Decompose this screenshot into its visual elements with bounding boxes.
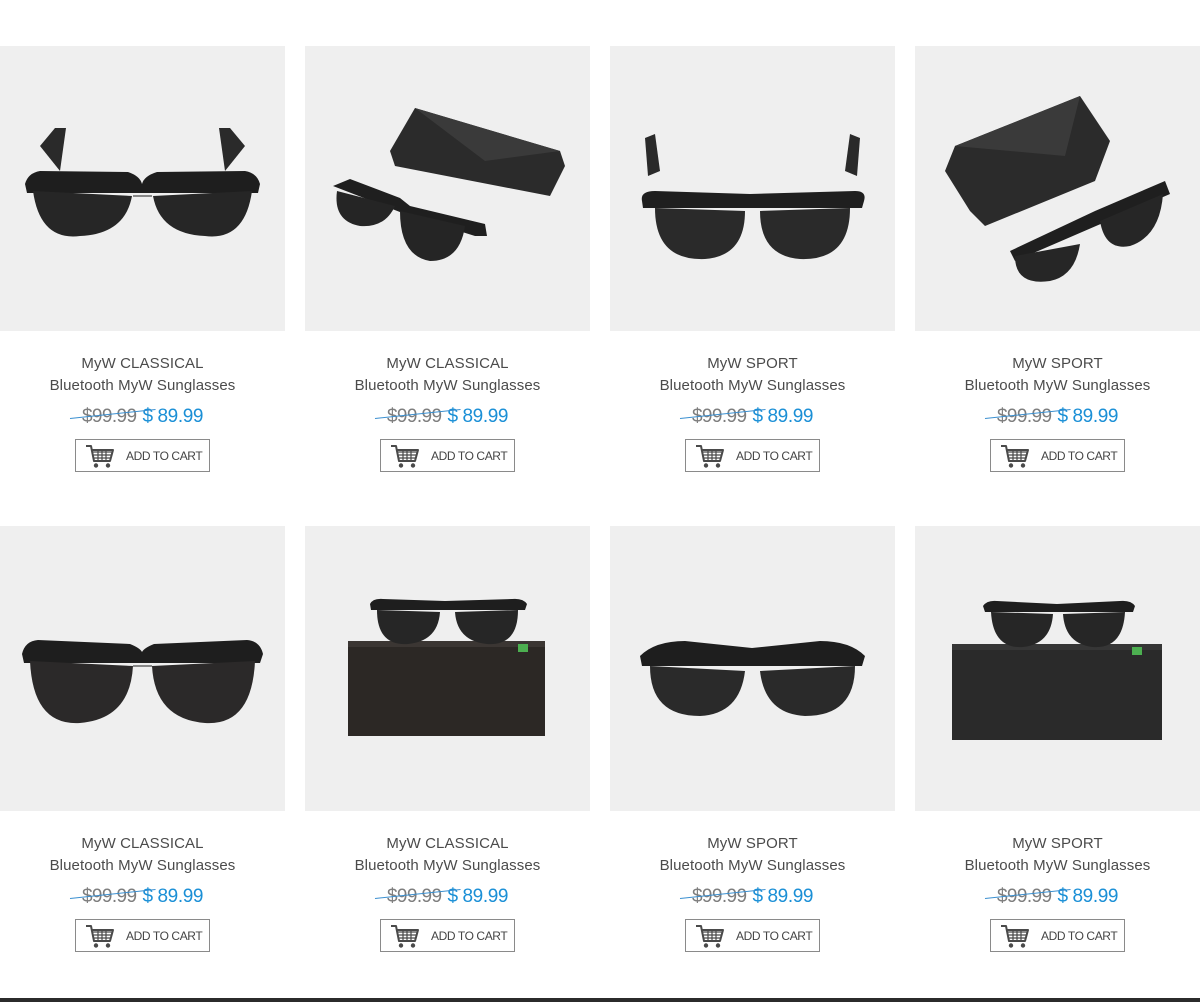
add-to-cart-label: ADD TO CART bbox=[736, 929, 813, 943]
price-row: $99.99 $ 89.99 bbox=[305, 406, 590, 432]
sunglasses-with-case-image bbox=[333, 108, 565, 261]
original-price: $99.99 bbox=[69, 886, 156, 908]
add-to-cart-button[interactable]: ADD TO CART bbox=[990, 919, 1125, 952]
original-price: $99.99 bbox=[984, 406, 1071, 428]
add-to-cart-button[interactable]: ADD TO CART bbox=[685, 439, 820, 472]
original-price: $99.99 bbox=[679, 406, 766, 428]
add-to-cart-button[interactable]: ADD TO CART bbox=[75, 439, 210, 472]
shopping-cart-icon bbox=[390, 923, 420, 949]
original-price: $99.99 bbox=[374, 406, 461, 428]
shopping-cart-icon bbox=[695, 923, 725, 949]
price-row: $99.99 $ 89.99 bbox=[915, 886, 1200, 912]
sunglasses-image bbox=[640, 641, 865, 716]
price-row: $99.99 $ 89.99 bbox=[0, 406, 285, 432]
product-image[interactable] bbox=[610, 526, 895, 811]
add-to-cart-label: ADD TO CART bbox=[126, 929, 203, 943]
add-to-cart-label: ADD TO CART bbox=[1041, 929, 1118, 943]
shopping-cart-icon bbox=[1000, 923, 1030, 949]
price-row: $99.99 $ 89.99 bbox=[915, 406, 1200, 432]
sunglasses-on-box-image bbox=[952, 600, 1162, 740]
product-line-name[interactable]: MyW CLASSICAL bbox=[0, 355, 285, 372]
add-to-cart-button[interactable]: ADD TO CART bbox=[990, 439, 1125, 472]
price-row: $99.99 $ 89.99 bbox=[305, 886, 590, 912]
price-row: $99.99 $ 89.99 bbox=[610, 406, 895, 432]
original-price: $99.99 bbox=[984, 886, 1071, 908]
product-line-name[interactable]: MyW CLASSICAL bbox=[305, 355, 590, 372]
product-line-name[interactable]: MyW SPORT bbox=[610, 355, 895, 372]
product-title[interactable]: Bluetooth MyW Sunglasses bbox=[610, 857, 895, 874]
add-to-cart-label: ADD TO CART bbox=[431, 929, 508, 943]
shopping-cart-icon bbox=[695, 443, 725, 469]
price-row: $99.99 $ 89.99 bbox=[610, 886, 895, 912]
product-line-name[interactable]: MyW CLASSICAL bbox=[0, 835, 285, 852]
product-title[interactable]: Bluetooth MyW Sunglasses bbox=[915, 857, 1200, 874]
add-to-cart-button[interactable]: ADD TO CART bbox=[380, 919, 515, 952]
product-image[interactable] bbox=[0, 46, 285, 331]
product-title[interactable]: Bluetooth MyW Sunglasses bbox=[610, 377, 895, 394]
add-to-cart-label: ADD TO CART bbox=[1041, 449, 1118, 463]
product-image[interactable] bbox=[915, 46, 1200, 331]
product-image[interactable] bbox=[610, 46, 895, 331]
product-line-name[interactable]: MyW CLASSICAL bbox=[305, 835, 590, 852]
product-line-name[interactable]: MyW SPORT bbox=[915, 835, 1200, 852]
add-to-cart-button[interactable]: ADD TO CART bbox=[380, 439, 515, 472]
sunglasses-image bbox=[25, 128, 260, 237]
product-image[interactable] bbox=[305, 46, 590, 331]
product-title[interactable]: Bluetooth MyW Sunglasses bbox=[305, 377, 590, 394]
price-row: $99.99 $ 89.99 bbox=[0, 886, 285, 912]
bottom-divider bbox=[0, 998, 1200, 1002]
product-title[interactable]: Bluetooth MyW Sunglasses bbox=[0, 377, 285, 394]
add-to-cart-label: ADD TO CART bbox=[431, 449, 508, 463]
add-to-cart-label: ADD TO CART bbox=[736, 449, 813, 463]
original-price: $99.99 bbox=[69, 406, 156, 428]
sunglasses-image bbox=[22, 640, 263, 724]
product-image[interactable] bbox=[915, 526, 1200, 811]
add-to-cart-button[interactable]: ADD TO CART bbox=[685, 919, 820, 952]
sunglasses-with-case-image bbox=[945, 96, 1170, 282]
product-line-name[interactable]: MyW SPORT bbox=[610, 835, 895, 852]
product-line-name[interactable]: MyW SPORT bbox=[915, 355, 1200, 372]
product-grid: MyW CLASSICAL Bluetooth MyW Sunglasses $… bbox=[0, 0, 1200, 1002]
product-title[interactable]: Bluetooth MyW Sunglasses bbox=[305, 857, 590, 874]
shopping-cart-icon bbox=[85, 443, 115, 469]
shopping-cart-icon bbox=[390, 443, 420, 469]
add-to-cart-label: ADD TO CART bbox=[126, 449, 203, 463]
product-title[interactable]: Bluetooth MyW Sunglasses bbox=[915, 377, 1200, 394]
sunglasses-image bbox=[641, 134, 865, 260]
original-price: $99.99 bbox=[374, 886, 461, 908]
original-price: $99.99 bbox=[679, 886, 766, 908]
shopping-cart-icon bbox=[1000, 443, 1030, 469]
product-image[interactable] bbox=[305, 526, 590, 811]
product-title[interactable]: Bluetooth MyW Sunglasses bbox=[0, 857, 285, 874]
sunglasses-on-box-image bbox=[348, 598, 545, 736]
add-to-cart-button[interactable]: ADD TO CART bbox=[75, 919, 210, 952]
product-image[interactable] bbox=[0, 526, 285, 811]
shopping-cart-icon bbox=[85, 923, 115, 949]
